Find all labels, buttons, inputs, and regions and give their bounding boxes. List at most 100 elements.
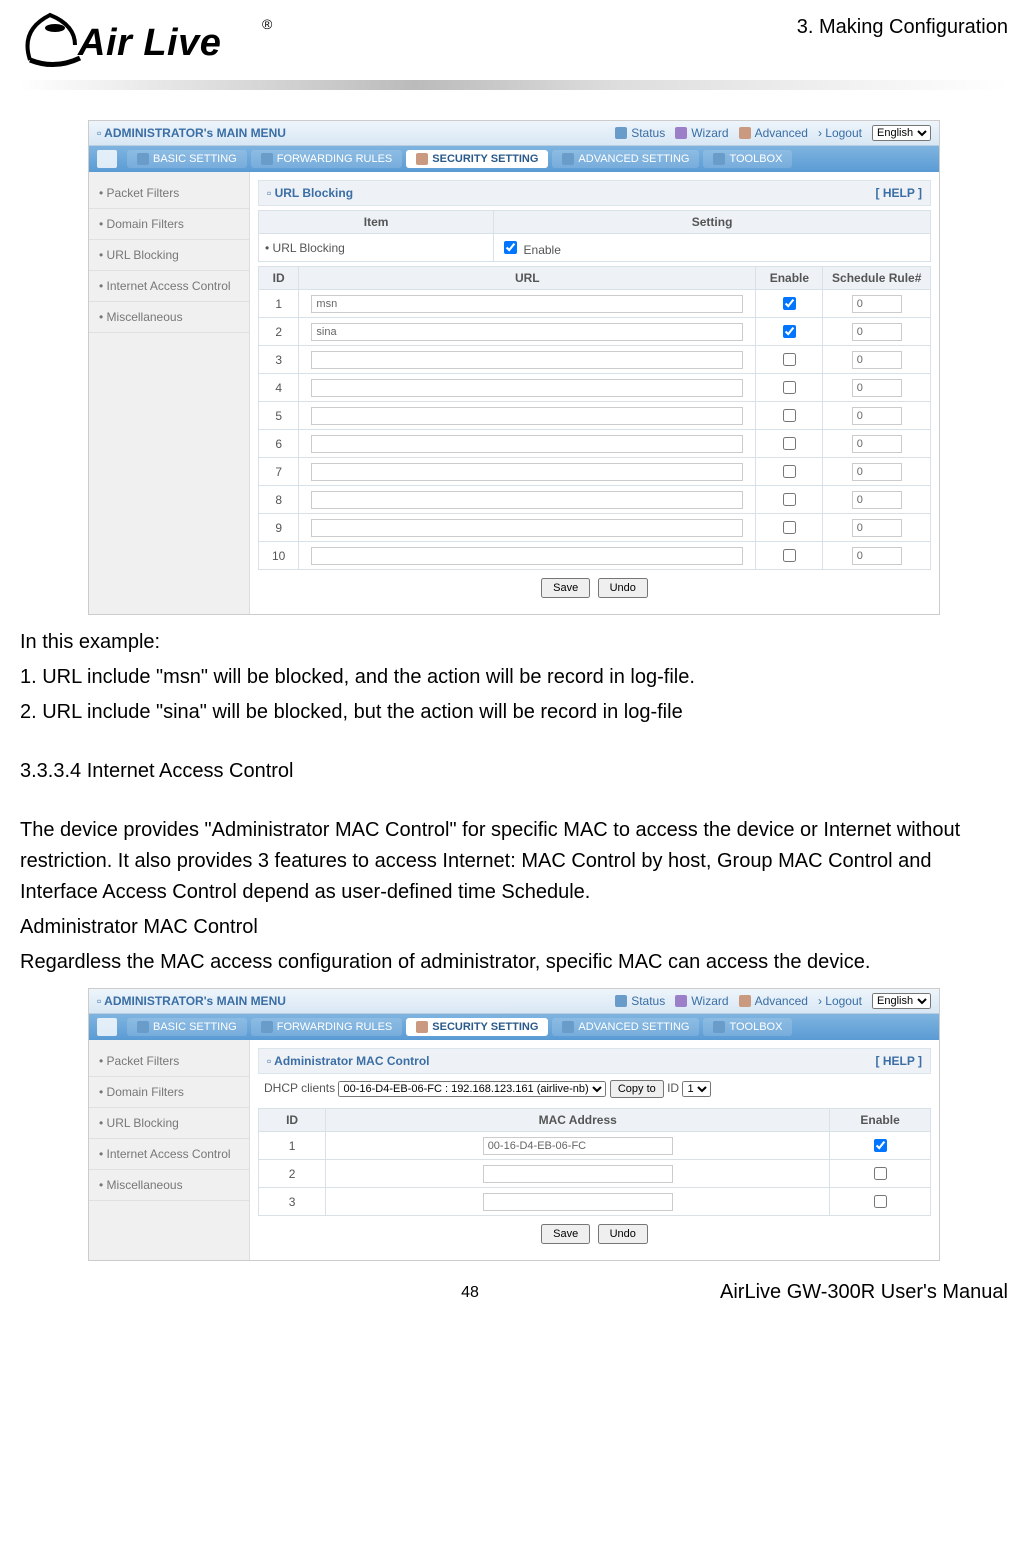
dhcp-clients-select[interactable]: 00-16-D4-EB-06-FC : 192.168.123.161 (air…: [338, 1081, 606, 1097]
dhcp-clients-label: DHCP clients: [264, 1081, 335, 1095]
topbar-status-2[interactable]: Status: [615, 994, 665, 1008]
tab-basic-setting[interactable]: BASIC SETTING: [127, 150, 247, 168]
url-input[interactable]: [311, 351, 743, 369]
mac-header: MAC Address: [326, 1109, 830, 1132]
logo: Air Live ®: [20, 10, 280, 80]
row-enable-checkbox[interactable]: [783, 409, 796, 422]
example-heading: In this example:: [20, 627, 1008, 658]
row-enable-checkbox[interactable]: [783, 521, 796, 534]
sidebar-item-miscellaneous[interactable]: • Miscellaneous: [89, 302, 249, 333]
table-row: 10: [259, 542, 931, 570]
url-input[interactable]: [311, 379, 743, 397]
save-button[interactable]: Save: [541, 578, 590, 598]
url-rows-table: ID URL Enable Schedule Rule# 12345678910: [258, 266, 931, 570]
url-input[interactable]: [311, 295, 743, 313]
row-enable-checkbox[interactable]: [783, 549, 796, 562]
tab-security-setting[interactable]: SECURITY SETTING: [406, 150, 548, 168]
row-enable-checkbox[interactable]: [783, 437, 796, 450]
tab-forwarding-rules-2[interactable]: FORWARDING RULES: [251, 1018, 403, 1036]
sidebar-item-domain-filters[interactable]: • Domain Filters: [89, 209, 249, 240]
section-number: 3.3.3.4 Internet Access Control: [20, 756, 1008, 787]
logo-text: Air Live: [78, 22, 221, 65]
sidebar-item-packet-filters-2[interactable]: • Packet Filters: [89, 1046, 249, 1077]
advanced-tab-icon: [562, 153, 574, 165]
mac-address-input[interactable]: [483, 1165, 673, 1183]
schedule-rule-input[interactable]: [852, 491, 902, 509]
url-input[interactable]: [311, 491, 743, 509]
tab-security-setting-2[interactable]: SECURITY SETTING: [406, 1018, 548, 1036]
header-divider: [20, 80, 1008, 90]
help-link[interactable]: [ HELP ]: [876, 186, 922, 200]
schedule-rule-input[interactable]: [852, 463, 902, 481]
status-icon: [615, 127, 627, 139]
table-row: 6: [259, 430, 931, 458]
row-enable-checkbox[interactable]: [783, 325, 796, 338]
row-enable-checkbox[interactable]: [783, 493, 796, 506]
sidebar-item-internet-access-control-2[interactable]: • Internet Access Control: [89, 1139, 249, 1170]
save-button-2[interactable]: Save: [541, 1224, 590, 1244]
sidebar-item-packet-filters[interactable]: • Packet Filters: [89, 178, 249, 209]
url-input[interactable]: [311, 407, 743, 425]
row-enable-checkbox[interactable]: [783, 381, 796, 394]
url-input[interactable]: [311, 463, 743, 481]
mac-address-input[interactable]: [483, 1193, 673, 1211]
schedule-rule-input[interactable]: [852, 323, 902, 341]
row-enable-checkbox[interactable]: [874, 1139, 887, 1152]
row-enable-checkbox[interactable]: [874, 1167, 887, 1180]
row-enable-checkbox[interactable]: [783, 465, 796, 478]
help-link-2[interactable]: [ HELP ]: [876, 1054, 922, 1068]
sidebar-item-internet-access-control[interactable]: • Internet Access Control: [89, 271, 249, 302]
sidebar-item-url-blocking[interactable]: • URL Blocking: [89, 240, 249, 271]
topbar-wizard-2[interactable]: Wizard: [675, 994, 728, 1008]
row-enable-checkbox[interactable]: [783, 297, 796, 310]
schedule-rule-input[interactable]: [852, 435, 902, 453]
row-enable-checkbox[interactable]: [874, 1195, 887, 1208]
schedule-rule-input[interactable]: [852, 295, 902, 313]
schedule-rule-input[interactable]: [852, 407, 902, 425]
sidebar-item-domain-filters-2[interactable]: • Domain Filters: [89, 1077, 249, 1108]
sidebar-item-url-blocking-2[interactable]: • URL Blocking: [89, 1108, 249, 1139]
language-select-2[interactable]: English: [872, 993, 931, 1009]
tab-forwarding-rules[interactable]: FORWARDING RULES: [251, 150, 403, 168]
manual-title: AirLive GW-300R User's Manual: [720, 1281, 1008, 1304]
schedule-rule-input[interactable]: [852, 547, 902, 565]
schedule-rule-input[interactable]: [852, 379, 902, 397]
topbar-wizard[interactable]: Wizard: [675, 126, 728, 140]
forwarding-tab-icon: [261, 1021, 273, 1033]
url-input[interactable]: [311, 435, 743, 453]
tab-toolbox[interactable]: TOOLBOX: [703, 150, 792, 168]
topbar-advanced[interactable]: Advanced: [739, 126, 808, 140]
tab-advanced-setting-2[interactable]: ADVANCED SETTING: [552, 1018, 699, 1036]
mac-address-input[interactable]: [483, 1137, 673, 1155]
id-header-2: ID: [259, 1109, 326, 1132]
row-enable-checkbox[interactable]: [783, 353, 796, 366]
url-blocking-enable-checkbox[interactable]: [504, 241, 517, 254]
undo-button[interactable]: Undo: [598, 578, 648, 598]
url-input[interactable]: [311, 323, 743, 341]
url-input[interactable]: [311, 547, 743, 565]
undo-button-2[interactable]: Undo: [598, 1224, 648, 1244]
schedule-rule-input[interactable]: [852, 351, 902, 369]
topbar-status[interactable]: Status: [615, 126, 665, 140]
tab-advanced-setting[interactable]: ADVANCED SETTING: [552, 150, 699, 168]
example-line1: 1. URL include "msn" will be blocked, an…: [20, 662, 1008, 693]
schedule-rule-input[interactable]: [852, 519, 902, 537]
paragraph-2: Regardless the MAC access configuration …: [20, 947, 1008, 978]
chapter-title: 3. Making Configuration: [797, 16, 1008, 39]
tab-basic-setting-2[interactable]: BASIC SETTING: [127, 1018, 247, 1036]
example-line2: 2. URL include "sina" will be blocked, b…: [20, 697, 1008, 728]
topbar-advanced-2[interactable]: Advanced: [739, 994, 808, 1008]
id-select[interactable]: 1: [682, 1081, 711, 1097]
url-input[interactable]: [311, 519, 743, 537]
topbar-logout-2[interactable]: › Logout: [818, 994, 862, 1008]
table-row: 1: [259, 1132, 931, 1160]
id-label: ID: [667, 1081, 679, 1095]
sidebar-item-miscellaneous-2[interactable]: • Miscellaneous: [89, 1170, 249, 1201]
topbar-logout[interactable]: › Logout: [818, 126, 862, 140]
copy-to-button[interactable]: Copy to: [610, 1080, 664, 1098]
tab-toolbox-2[interactable]: TOOLBOX: [703, 1018, 792, 1036]
row-id: 6: [259, 430, 299, 458]
table-row: 8: [259, 486, 931, 514]
language-select[interactable]: English: [872, 125, 931, 141]
wizard-icon: [675, 127, 687, 139]
